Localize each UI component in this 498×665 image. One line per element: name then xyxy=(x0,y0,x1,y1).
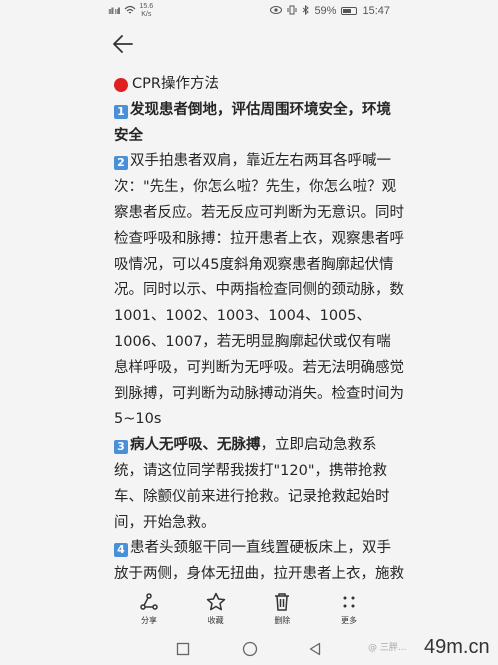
share-button[interactable]: 分享 xyxy=(118,592,180,628)
bluetooth-icon xyxy=(302,4,310,18)
triangle-back-icon xyxy=(309,642,321,656)
article-body: CPR操作方法 1 发现患者倒地，评估周围环境安全，环境安全 2 双手拍患者双肩，靠… xyxy=(114,72,404,588)
status-right: 59% 15:47 xyxy=(270,4,390,18)
home-button[interactable] xyxy=(242,641,258,657)
step-2: 2 双手拍患者双肩，靠近左右两耳各呼喊一次："先生，你怎么啦？先生，你怎么啦？观察… xyxy=(114,149,404,433)
step-2-number-icon: 2 xyxy=(114,156,128,171)
delete-button[interactable]: 删除 xyxy=(251,592,313,628)
battery-icon xyxy=(341,7,358,15)
status-bar: ııll ııll 15.6 K/s 59% 15:47 xyxy=(0,0,498,22)
more-dots-icon xyxy=(343,596,355,608)
back-button[interactable] xyxy=(112,34,136,56)
square-icon xyxy=(176,642,190,656)
watermark-source: @ 三胖... xyxy=(368,643,407,653)
article-title: CPR操作方法 xyxy=(132,76,219,92)
step-1: 1 发现患者倒地，评估周围环境安全，环境安全 xyxy=(114,98,404,150)
net-speed: 15.6 K/s xyxy=(139,3,154,18)
system-back-button[interactable] xyxy=(308,641,324,657)
recent-apps-button[interactable] xyxy=(176,641,192,657)
step-3-number-icon: 3 xyxy=(114,440,128,455)
step-4-number-icon: 4 xyxy=(114,543,128,558)
share-label: 分享 xyxy=(141,616,157,625)
step-4-text: 患者头颈躯干同一直线置硬板床上，双手放于两侧，身体无扭曲，拉开患者上衣，施救者位… xyxy=(114,540,404,583)
circle-icon xyxy=(242,641,258,657)
step-3: 3 病人无呼吸、无脉搏，立即启动急救系统，请这位同学帮我拨打"120"，携带抢救车… xyxy=(114,433,404,536)
red-circle-icon xyxy=(114,77,128,92)
step-1-number-icon: 1 xyxy=(114,104,128,119)
vibrate-icon xyxy=(287,5,297,18)
delete-label: 删除 xyxy=(274,616,291,625)
clock: 15:47 xyxy=(362,5,390,17)
step-2-text: 双手拍患者双肩，靠近左右两耳各呼喊一次："先生，你怎么啦？先生，你怎么啦？观察患… xyxy=(114,153,404,428)
action-bar: 分享 收藏 删除 更多 xyxy=(118,592,380,628)
status-left: ııll ııll 15.6 K/s xyxy=(108,3,153,19)
step-4: 4患者头颈躯干同一直线置硬板床上，双手放于两侧，身体无扭曲，拉开患者上衣，施救者… xyxy=(114,536,404,588)
star-icon xyxy=(206,592,225,611)
step-3-bold-text: 病人无呼吸、无脉搏 xyxy=(130,437,261,454)
article-title-line: CPR操作方法 xyxy=(114,72,404,98)
signal-icon: ııll ııll xyxy=(108,6,120,16)
watermark-site: 49m.cn xyxy=(424,636,490,658)
share-icon xyxy=(140,593,158,610)
wifi-icon xyxy=(124,5,136,18)
battery-percent: 59% xyxy=(314,5,337,17)
back-arrow-icon xyxy=(113,35,133,53)
favorite-button[interactable]: 收藏 xyxy=(185,592,247,628)
trash-icon xyxy=(275,593,290,611)
favorite-label: 收藏 xyxy=(207,616,224,625)
more-button[interactable]: 更多 xyxy=(318,592,380,628)
eye-icon xyxy=(270,5,283,17)
step-1-text: 发现患者倒地，评估周围环境安全，环境安全 xyxy=(114,101,391,144)
more-label: 更多 xyxy=(340,616,357,625)
